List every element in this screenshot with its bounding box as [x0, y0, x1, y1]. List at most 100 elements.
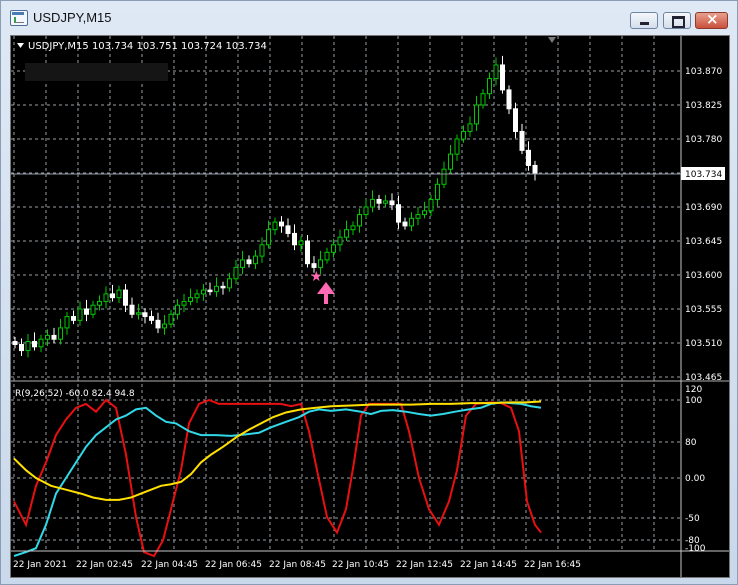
- candle-body: [19, 344, 24, 352]
- candle-body: [25, 340, 31, 352]
- candle-body: [519, 130, 525, 151]
- time-label: 22 Jan 10:45: [332, 560, 389, 570]
- candle-body: [435, 183, 440, 200]
- candle-body: [500, 64, 505, 91]
- candle-body: [513, 108, 518, 132]
- candle-body: [90, 304, 96, 315]
- candle-body: [506, 89, 512, 110]
- candle-body: [350, 225, 356, 231]
- time-label: 22 Jan 04:45: [141, 560, 198, 570]
- candle-body: [383, 200, 388, 204]
- price-label: 103.870: [685, 67, 722, 77]
- candle-body: [318, 259, 323, 268]
- maximize-button[interactable]: [663, 12, 691, 29]
- indicator-label: -50: [685, 514, 700, 524]
- candle-body: [97, 300, 102, 306]
- chart-header: USDJPY,M15 103.734 103.751 103.724 103.7…: [28, 41, 267, 52]
- candle-body: [461, 130, 466, 140]
- candle-body: [181, 300, 187, 306]
- title-bar[interactable]: USDJPY,M15 ×: [1, 1, 737, 35]
- current-price-label: 103.734: [685, 170, 722, 180]
- candle-body: [84, 308, 89, 315]
- window-title: USDJPY,M15: [33, 10, 112, 25]
- maximize-icon: [672, 16, 685, 28]
- candle-body: [136, 312, 141, 315]
- price-label: 103.510: [685, 339, 722, 349]
- indicator-label: 120: [685, 385, 702, 395]
- candle-body: [207, 289, 213, 293]
- candle-body: [409, 217, 414, 227]
- candle-body: [220, 285, 226, 289]
- one-click-trading-panel[interactable]: [25, 63, 168, 81]
- time-label: 22 Jan 16:45: [524, 560, 581, 570]
- candle-body: [415, 214, 421, 219]
- candle-body: [311, 263, 317, 268]
- indicator-label: 0.00: [685, 474, 705, 484]
- candle-body: [422, 210, 427, 216]
- indicator-label: 80: [685, 438, 697, 448]
- candle-body: [441, 168, 447, 185]
- candle-body: [337, 236, 343, 246]
- star-marker-icon: ★: [310, 269, 323, 285]
- candle-body: [285, 225, 291, 234]
- candle-body: [51, 334, 57, 340]
- price-label: 103.555: [685, 305, 722, 315]
- candle-body: [363, 206, 369, 216]
- candle-body: [129, 304, 135, 315]
- candle-body: [526, 149, 531, 166]
- candle-body: [12, 340, 18, 346]
- app-window: USDJPY,M15 × USDJPY,M15 103.734 103.751 …: [0, 0, 738, 585]
- candle-body: [298, 240, 304, 246]
- candle-body: [175, 304, 180, 315]
- minimize-icon: [640, 22, 649, 25]
- candle-body: [324, 251, 330, 261]
- candle-body: [162, 323, 167, 329]
- candle-body: [155, 319, 161, 329]
- candle-body: [305, 240, 310, 265]
- macd-cyan-line: [13, 401, 542, 557]
- candle-body: [259, 244, 265, 257]
- close-button[interactable]: ×: [695, 10, 728, 29]
- time-label: 22 Jan 14:45: [460, 560, 517, 570]
- minimize-button[interactable]: [630, 12, 658, 29]
- candle-body: [32, 340, 37, 348]
- candle-body: [357, 214, 362, 227]
- candle-body: [376, 198, 382, 204]
- chart-svg: USDJPY,M15 103.734 103.751 103.724 103.7…: [11, 36, 729, 577]
- candle-body: [233, 266, 239, 280]
- candle-body: [253, 255, 258, 265]
- candle-body: [188, 297, 193, 302]
- chart-area[interactable]: USDJPY,M15 103.734 103.751 103.724 103.7…: [10, 35, 730, 578]
- price-label: 103.645: [685, 237, 722, 247]
- symbol-menu-icon[interactable]: [17, 43, 24, 48]
- candle-body: [272, 221, 278, 231]
- candle-body: [194, 293, 200, 299]
- candle-body: [149, 316, 154, 321]
- candle-body: [480, 93, 486, 106]
- candle-body: [331, 244, 336, 253]
- candle-body: [279, 221, 284, 227]
- candle-body: [168, 313, 174, 325]
- candle-body: [370, 198, 375, 208]
- price-label: 103.780: [685, 135, 722, 145]
- candle-body: [123, 289, 128, 306]
- candle-body: [110, 293, 115, 299]
- candle-body: [45, 334, 50, 340]
- indicator-label: -100: [685, 544, 706, 554]
- candle-body: [389, 200, 395, 206]
- candle-body: [344, 229, 349, 238]
- price-label: 103.690: [685, 203, 722, 213]
- candle-body: [428, 198, 434, 212]
- chart-shift-icon[interactable]: [548, 37, 556, 43]
- time-label: 22 Jan 06:45: [205, 560, 262, 570]
- candle-body: [292, 232, 297, 246]
- indicator-label: 100: [685, 396, 702, 406]
- price-label: 103.600: [685, 271, 722, 281]
- price-label: 103.825: [685, 101, 722, 111]
- time-label: 22 Jan 12:45: [396, 560, 453, 570]
- close-icon: ×: [706, 10, 719, 28]
- candle-body: [240, 259, 245, 268]
- time-label: 22 Jan 08:45: [269, 560, 326, 570]
- candle-body: [38, 338, 44, 348]
- candle-body: [142, 312, 148, 318]
